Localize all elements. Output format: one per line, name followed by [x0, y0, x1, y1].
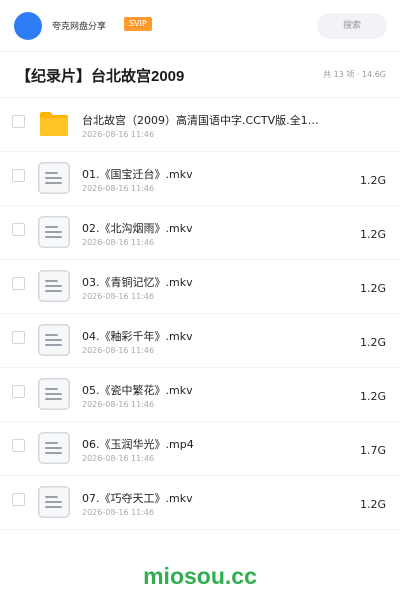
list-item[interactable]: 02.《北沟烟雨》.mkv 2026-08-16 11:46 1.2G — [0, 206, 400, 260]
item-count: 共 13 项 — [323, 70, 355, 79]
file-size: 1.2G — [359, 390, 386, 403]
list-item[interactable]: 07.《巧夺天工》.mkv 2026-08-16 11:46 1.2G — [0, 476, 400, 530]
file-date: 2026-08-16 11:46 — [82, 400, 155, 409]
list-item[interactable]: 01.《国宝迁台》.mkv 2026-08-16 11:46 1.2G — [0, 152, 400, 206]
file-size: 1.2G — [359, 282, 386, 295]
file-name: 台北故宫（2009）高清国语中字.CCTV版.全1… — [82, 114, 319, 127]
select-checkbox[interactable] — [12, 223, 25, 236]
file-date: 2026-08-16 11:46 — [82, 508, 155, 517]
select-checkbox[interactable] — [12, 493, 25, 506]
list-item[interactable]: 06.《玉润华光》.mp4 2026-08-16 11:46 1.7G — [0, 422, 400, 476]
folder-icon — [40, 112, 68, 136]
file-size: 1.2G — [359, 174, 386, 187]
header-bar: 夸克网盘分享 SVIP 搜索 — [0, 0, 400, 52]
file-date: 2026-08-16 11:46 — [82, 238, 155, 247]
select-checkbox[interactable] — [12, 277, 25, 290]
file-name: 02.《北沟烟雨》.mkv — [82, 222, 193, 235]
select-checkbox[interactable] — [12, 331, 25, 344]
file-date: 2026-08-16 11:46 — [82, 454, 155, 463]
file-size: 1.2G — [359, 336, 386, 349]
site-name: 夸克网盘分享 — [52, 22, 107, 32]
folder-summary: 共 13 项 · 14.6G — [323, 69, 386, 80]
document-icon — [38, 432, 70, 464]
select-checkbox[interactable] — [12, 385, 25, 398]
site-watermark: miosou.cc — [143, 563, 257, 589]
file-date: 2026-08-16 11:46 — [82, 346, 155, 355]
file-name: 03.《青铜记忆》.mkv — [82, 276, 193, 289]
file-name: 05.《瓷中繁花》.mkv — [82, 384, 193, 397]
document-icon — [38, 378, 70, 410]
select-checkbox[interactable] — [12, 115, 25, 128]
file-name: 07.《巧夺天工》.mkv — [82, 492, 193, 505]
document-icon — [38, 486, 70, 518]
file-date: 2026-08-16 11:46 — [82, 130, 155, 139]
file-list: 台北故宫（2009）高清国语中字.CCTV版.全1… 2026-08-16 11… — [0, 98, 400, 530]
document-icon — [38, 216, 70, 248]
file-name: 04.《釉彩千年》.mkv — [82, 330, 193, 343]
folder-title-row: 【纪录片】台北故宫2009 共 13 项 · 14.6G — [0, 52, 400, 98]
list-item[interactable]: 04.《釉彩千年》.mkv 2026-08-16 11:46 1.2G — [0, 314, 400, 368]
select-checkbox[interactable] — [12, 169, 25, 182]
file-name: 01.《国宝迁台》.mkv — [82, 168, 193, 181]
document-icon — [38, 324, 70, 356]
list-item[interactable]: 03.《青铜记忆》.mkv 2026-08-16 11:46 1.2G — [0, 260, 400, 314]
summary-separator: · — [356, 70, 360, 79]
document-icon — [38, 270, 70, 302]
file-size: 1.7G — [359, 444, 386, 457]
avatar[interactable] — [14, 12, 42, 40]
list-item[interactable]: 台北故宫（2009）高清国语中字.CCTV版.全1… 2026-08-16 11… — [0, 98, 400, 152]
search-input[interactable]: 搜索 — [317, 13, 387, 39]
file-date: 2026-08-16 11:46 — [82, 292, 155, 301]
document-icon — [38, 162, 70, 194]
svip-badge: SVIP — [124, 17, 152, 31]
file-name: 06.《玉润华光》.mp4 — [82, 438, 194, 451]
list-item[interactable]: 05.《瓷中繁花》.mkv 2026-08-16 11:46 1.2G — [0, 368, 400, 422]
file-size: 1.2G — [359, 498, 386, 511]
page-title: 【纪录片】台北故宫2009 — [16, 68, 185, 85]
select-checkbox[interactable] — [12, 439, 25, 452]
file-size: 1.2G — [359, 228, 386, 241]
total-size: 14.6G — [361, 70, 386, 79]
file-date: 2026-08-16 11:46 — [82, 184, 155, 193]
